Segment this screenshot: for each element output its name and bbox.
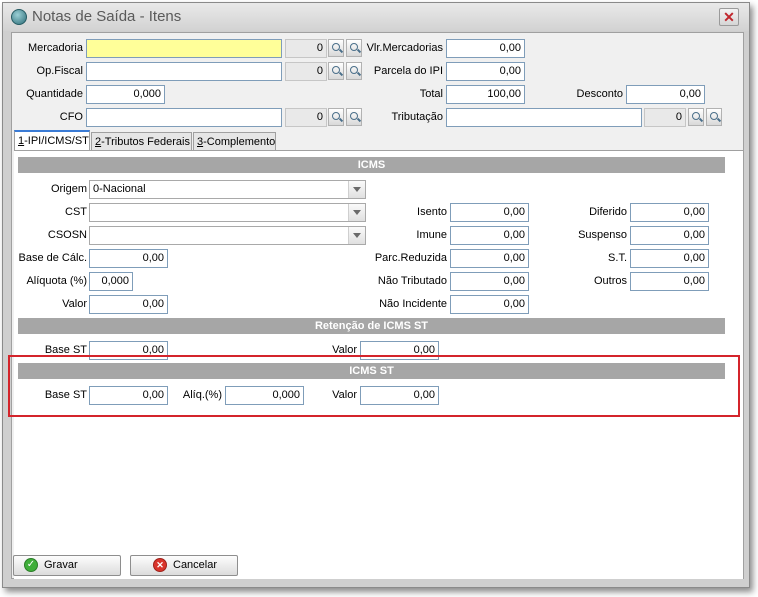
cfo-lookup-icon[interactable] xyxy=(346,108,362,126)
tab-complemento[interactable]: 3-Complemento xyxy=(193,132,276,150)
diferido-label: Diferido xyxy=(589,206,627,218)
mercadoria-lookup-icon[interactable] xyxy=(346,39,362,57)
op-fiscal-code-field[interactable]: 0 xyxy=(285,62,327,81)
parc-reduzida-field[interactable]: 0,00 xyxy=(450,249,529,268)
total-label: Total xyxy=(419,88,443,100)
origem-select-value: 0-Nacional xyxy=(93,183,146,195)
icms-st-section-header: ICMS ST xyxy=(18,363,725,379)
mercadoria-label: Mercadoria xyxy=(27,42,83,54)
cancelar-button[interactable]: ✕ Cancelar xyxy=(130,555,238,576)
app-logo-icon xyxy=(11,9,27,25)
icms-valor-label: Valor xyxy=(62,298,87,310)
base-calc-label: Base de Cálc. xyxy=(18,252,87,264)
tab-ipi-icms-st-label: -IPI/ICMS/ST xyxy=(24,135,89,147)
suspenso-label: Suspenso xyxy=(578,229,627,241)
icms-st-valor-field[interactable]: 0,00 xyxy=(360,386,439,405)
cst-label: CST xyxy=(65,206,87,218)
base-calc-field[interactable]: 0,00 xyxy=(89,249,168,268)
mercadoria-code-field[interactable]: 0 xyxy=(285,39,327,58)
gravar-button[interactable]: ✓ Gravar xyxy=(13,555,121,576)
tributacao-field[interactable] xyxy=(446,108,642,127)
op-fiscal-field[interactable] xyxy=(86,62,282,81)
icms-st-valor-label: Valor xyxy=(332,389,357,401)
st-label: S.T. xyxy=(608,252,627,264)
tributacao-search-icon[interactable] xyxy=(688,108,704,126)
origem-select[interactable]: 0-Nacional xyxy=(89,180,366,199)
vlr-mercadorias-label: Vlr.Mercadorias xyxy=(366,42,443,54)
tab-ipi-icms-st[interactable]: 1-IPI/ICMS/ST xyxy=(14,130,90,150)
op-fiscal-lookup-icon[interactable] xyxy=(346,62,362,80)
op-fiscal-search-icon[interactable] xyxy=(328,62,344,80)
suspenso-field[interactable]: 0,00 xyxy=(630,226,709,245)
icms-valor-field[interactable]: 0,00 xyxy=(89,295,168,314)
op-fiscal-label: Op.Fiscal xyxy=(36,65,83,77)
quantidade-label: Quantidade xyxy=(26,88,83,100)
outros-label: Outros xyxy=(593,275,627,287)
vlr-mercadorias-field[interactable]: 0,00 xyxy=(446,39,525,58)
total-field[interactable]: 100,00 xyxy=(446,85,525,104)
dialog-window: Notas de Saída - Itens ✕ Mercadoria 0 Op… xyxy=(2,2,750,588)
tab-page-ipi-icms-st: ICMS Origem 0-Nacional CST CSOSN Base de… xyxy=(8,150,743,579)
cfo-field[interactable] xyxy=(86,108,282,127)
cst-select[interactable] xyxy=(89,203,366,222)
imune-label: Imune xyxy=(416,229,447,241)
retencao-section-header: Retenção de ICMS ST xyxy=(18,318,725,334)
checkmark-icon: ✓ xyxy=(24,558,38,572)
nao-incidente-label: Não Incidente xyxy=(379,298,447,310)
gravar-button-label: Gravar xyxy=(44,559,78,571)
desconto-label: Desconto xyxy=(576,88,623,100)
cancelar-button-label: Cancelar xyxy=(173,559,218,571)
tab-tributos-federais[interactable]: 2-Tributos Federais xyxy=(91,132,192,150)
csosn-select[interactable] xyxy=(89,226,366,245)
quantidade-field[interactable]: 0,000 xyxy=(86,85,165,104)
mercadoria-search-icon[interactable] xyxy=(328,39,344,57)
imune-field[interactable]: 0,00 xyxy=(450,226,529,245)
icms-section-header: ICMS xyxy=(18,157,725,173)
tributacao-label: Tributação xyxy=(391,111,443,123)
mercadoria-field[interactable] xyxy=(86,39,282,58)
tributacao-lookup-icon[interactable] xyxy=(706,108,722,126)
cfo-label: CFO xyxy=(59,111,83,123)
nao-tributado-label: Não Tributado xyxy=(377,275,447,287)
outros-field[interactable]: 0,00 xyxy=(630,272,709,291)
diferido-field[interactable]: 0,00 xyxy=(630,203,709,222)
cfo-search-icon[interactable] xyxy=(328,108,344,126)
close-button[interactable]: ✕ xyxy=(719,8,739,26)
window-title: Notas de Saída - Itens xyxy=(32,8,182,25)
origem-label: Origem xyxy=(50,183,87,195)
isento-label: Isento xyxy=(417,206,447,218)
tributacao-code-field[interactable]: 0 xyxy=(644,108,686,127)
parcela-ipi-label: Parcela do IPI xyxy=(373,65,443,77)
parc-reduzida-label: Parc.Reduzida xyxy=(374,252,447,264)
aliquota-label: Alíquota (%) xyxy=(26,275,87,287)
icms-st-base-st-label: Base ST xyxy=(44,389,87,401)
nao-incidente-field[interactable]: 0,00 xyxy=(450,295,529,314)
st-field[interactable]: 0,00 xyxy=(630,249,709,268)
icms-st-base-st-field[interactable]: 0,00 xyxy=(89,386,168,405)
title-bar[interactable]: Notas de Saída - Itens ✕ xyxy=(3,3,749,31)
dialog-body: Mercadoria 0 Op.Fiscal 0 Quantidade 0,00… xyxy=(8,32,744,579)
icms-st-aliq-label: Alíq.(%) xyxy=(182,389,222,401)
cancel-icon: ✕ xyxy=(153,558,167,572)
parcela-ipi-field[interactable]: 0,00 xyxy=(446,62,525,81)
csosn-label: CSOSN xyxy=(47,229,87,241)
desconto-field[interactable]: 0,00 xyxy=(626,85,705,104)
tab-tributos-federais-label: -Tributos Federais xyxy=(101,136,190,148)
isento-field[interactable]: 0,00 xyxy=(450,203,529,222)
chevron-down-icon[interactable] xyxy=(348,181,365,198)
cfo-code-field[interactable]: 0 xyxy=(285,108,327,127)
tab-complemento-label: -Complemento xyxy=(203,136,276,148)
aliquota-field[interactable]: 0,000 xyxy=(89,272,133,291)
nao-tributado-field[interactable]: 0,00 xyxy=(450,272,529,291)
